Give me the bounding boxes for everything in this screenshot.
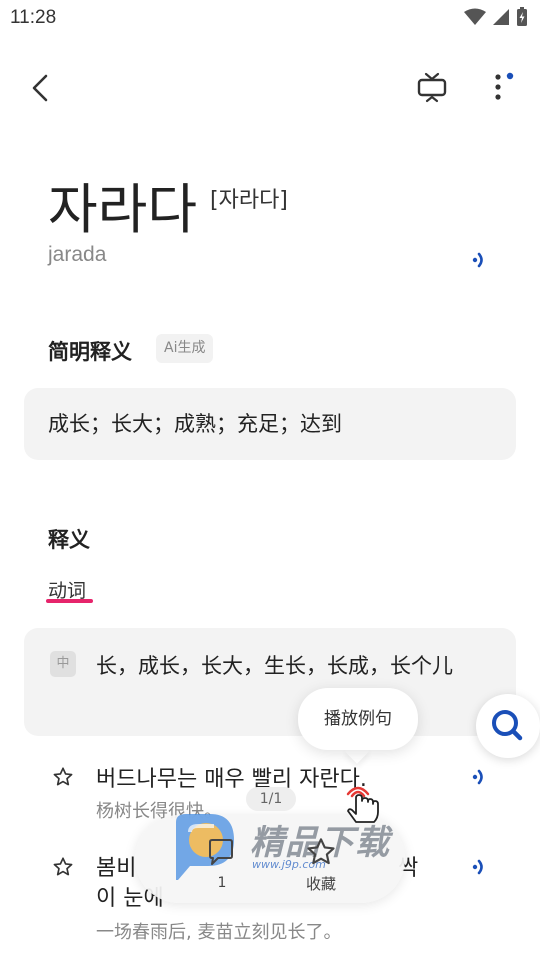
- more-icon: [495, 72, 514, 100]
- signal-icon: [493, 9, 509, 25]
- star-icon: [53, 767, 73, 786]
- example-chinese: 一场春雨后, 麦苗立刻见长了。: [96, 922, 342, 943]
- star-icon: [307, 838, 335, 865]
- definition-text: 长，成长，长大，生长，长成，长个儿: [96, 654, 453, 678]
- search-fab[interactable]: [476, 694, 540, 758]
- favorite-button[interactable]: [305, 836, 337, 868]
- back-icon: [32, 74, 48, 102]
- comment-count: 1: [217, 875, 227, 891]
- more-button[interactable]: [488, 68, 518, 108]
- wifi-icon: [464, 8, 486, 25]
- example-favorite-button[interactable]: [52, 856, 74, 878]
- status-bar: 11:28: [0, 0, 540, 36]
- comment-button[interactable]: [205, 836, 237, 868]
- pronunciation: [자라다]: [210, 188, 288, 213]
- comment-icon: [209, 839, 233, 865]
- brief-section-title: 简明释义: [48, 340, 132, 364]
- battery-icon: [517, 7, 527, 26]
- tv-icon: [417, 72, 447, 103]
- definitions-section-title: 释义: [48, 528, 90, 552]
- pos-tab-indicator: [46, 599, 93, 603]
- example-speaker-button[interactable]: [468, 766, 490, 788]
- tv-mode-button[interactable]: [414, 70, 450, 106]
- page-indicator: 1/1: [246, 787, 296, 811]
- back-button[interactable]: [26, 70, 58, 106]
- search-icon: [492, 710, 523, 741]
- romanization: jarada: [48, 243, 107, 266]
- speaker-icon: [472, 859, 483, 875]
- example-korean: 버드나무는 매우 빨리 자란다.: [96, 767, 367, 792]
- word-speaker-button[interactable]: [468, 249, 490, 271]
- brief-definition: 成长；长大；成熟；充足；达到: [24, 388, 516, 460]
- top-bar: [0, 60, 540, 116]
- star-icon: [53, 857, 73, 876]
- headword: 자라다: [48, 178, 198, 241]
- status-icons: [464, 7, 528, 27]
- speaker-icon: [472, 252, 483, 268]
- favorite-label: 收藏: [305, 875, 336, 893]
- example-favorite-button[interactable]: [52, 766, 74, 788]
- play-example-tooltip[interactable]: 播放例句: [298, 688, 418, 750]
- notification-dot: [506, 72, 514, 80]
- hand-pointer-icon: [340, 778, 386, 828]
- example-speaker-button[interactable]: [468, 856, 490, 878]
- example-korean: 봄비: [96, 856, 137, 881]
- ai-badge: Ai生成: [156, 334, 214, 363]
- language-badge: 中: [50, 651, 76, 677]
- status-time: 11:28: [10, 7, 57, 28]
- speaker-icon: [472, 769, 483, 785]
